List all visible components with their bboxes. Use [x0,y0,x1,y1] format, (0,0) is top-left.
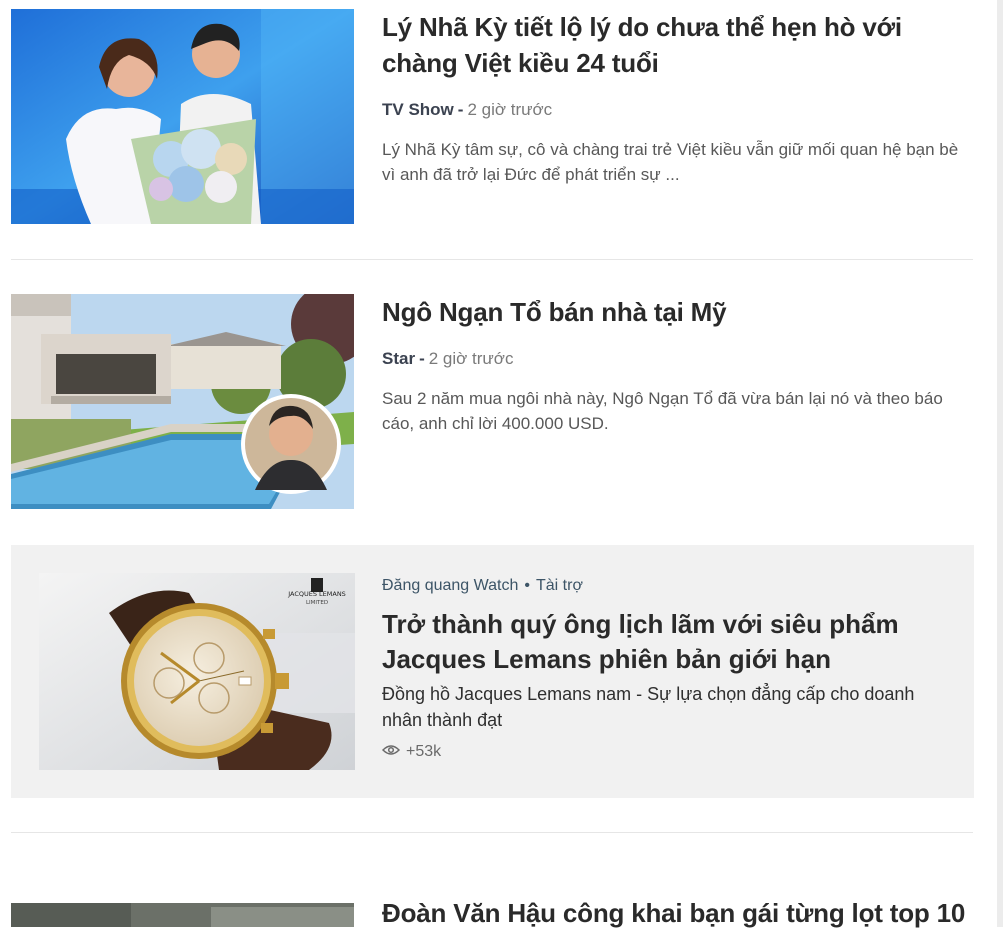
sponsored-label: Tài trợ [536,577,583,594]
article-title[interactable]: Đoàn Văn Hậu công khai bạn gái từng lọt … [382,895,974,931]
meta-dot: • [524,577,530,594]
sponsored-ad[interactable]: JACQUES LEMANS LIMITED Đăng quang Watch •… [11,545,974,798]
brand-logo-text: JACQUES LEMANS [287,590,346,598]
article-title-link[interactable]: Đoàn Văn Hậu công khai bạn gái từng lọt … [382,898,965,928]
news-item: Đoàn Văn Hậu công khai bạn gái từng lọt … [11,895,974,935]
news-item: Ngô Ngạn Tổ bán nhà tại Mỹ Star -2 giờ tr… [11,294,974,509]
article-title[interactable]: Ngô Ngạn Tổ bán nhà tại Mỹ [382,294,974,330]
view-count: +53k [406,743,442,760]
article-thumbnail[interactable] [11,903,354,927]
timestamp: 2 giờ trước [467,100,553,119]
article-title-link[interactable]: Lý Nhã Kỳ tiết lộ lý do chưa thể hẹn hò … [382,12,902,78]
meta-separator: - [419,349,425,368]
couple-photo [11,9,354,224]
ad-description: Đồng hồ Jacques Lemans nam - Sự lựa chọn… [382,684,915,730]
article-meta: Star -2 giờ trước [382,348,974,370]
article-thumbnail[interactable] [11,294,354,509]
article-title-link[interactable]: Ngô Ngạn Tổ bán nhà tại Mỹ [382,297,727,327]
page-scrollbar[interactable] [997,0,1003,927]
watch-photo: JACQUES LEMANS LIMITED [39,573,355,770]
article-content: Lý Nhã Kỳ tiết lộ lý do chưa thể hẹn hò … [382,9,974,187]
article-photo [11,903,354,927]
advertiser-link[interactable]: Đăng quang Watch [382,577,518,594]
article-description: Sau 2 năm mua ngôi nhà này, Ngô Ngạn Tổ … [382,389,943,433]
ad-thumbnail[interactable]: JACQUES LEMANS LIMITED [39,573,355,770]
divider [11,832,973,833]
ad-content: Đăng quang Watch • Tài trợ Trở thành quý ô… [381,575,942,761]
news-item: Lý Nhã Kỳ tiết lộ lý do chưa thể hẹn hò … [11,9,974,224]
article-content: Đoàn Văn Hậu công khai bạn gái từng lọt … [382,895,974,931]
ad-title[interactable]: Trở thành quý ông lịch lãm với siêu phẩm… [382,607,942,677]
article-title[interactable]: Lý Nhã Kỳ tiết lộ lý do chưa thể hẹn hò … [382,9,974,81]
ad-meta: Đăng quang Watch • Tài trợ [382,575,942,597]
category-link[interactable]: TV Show [382,100,454,119]
article-thumbnail[interactable] [11,9,354,224]
timestamp: 2 giờ trước [428,349,514,368]
house-photo [11,294,354,509]
eye-icon [381,743,401,761]
article-description: Lý Nhã Kỳ tâm sự, cô và chàng trai trẻ V… [382,140,959,184]
brand-logo-subtext: LIMITED [306,600,328,606]
article-meta: TV Show -2 giờ trước [382,99,974,121]
divider [11,259,973,260]
ad-views: +53k [381,743,942,761]
meta-separator: - [457,100,464,119]
category-link[interactable]: Star [382,349,415,368]
article-content: Ngô Ngạn Tổ bán nhà tại Mỹ Star -2 giờ tr… [382,294,974,436]
